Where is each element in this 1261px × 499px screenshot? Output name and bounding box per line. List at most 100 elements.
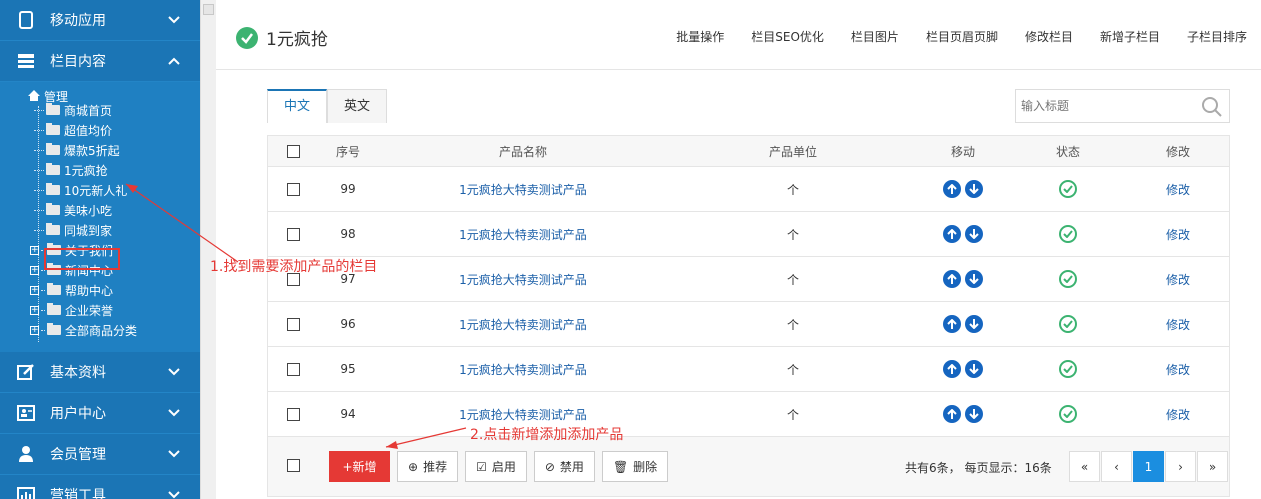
row-checkbox[interactable]: [286, 407, 300, 421]
scrollbar[interactable]: [200, 0, 216, 499]
disable-button[interactable]: ⊘ 禁用: [533, 451, 595, 482]
tree-connector: [34, 109, 44, 111]
sidebar-section-label: 会员管理: [50, 447, 106, 463]
expand-icon[interactable]: +: [30, 265, 39, 275]
product-name-link[interactable]: 1元疯抢大特卖测试产品: [378, 226, 668, 243]
move-down-icon[interactable]: [965, 270, 983, 288]
move-down-icon[interactable]: [965, 180, 983, 198]
status-check-icon[interactable]: [1059, 180, 1077, 198]
phone-icon: [16, 10, 36, 30]
trash-icon: 🗑: [612, 459, 629, 474]
tab-english[interactable]: 英文: [327, 89, 388, 123]
product-name-link[interactable]: 1元疯抢大特卖测试产品: [378, 316, 668, 333]
row-number: 99: [340, 182, 356, 196]
disable-label: 禁用: [559, 460, 584, 474]
edit-link[interactable]: 修改: [1128, 226, 1228, 243]
tree-item[interactable]: + 全部商品分类: [30, 320, 137, 340]
row-checkbox[interactable]: [286, 227, 300, 241]
scroll-up-button[interactable]: [203, 4, 214, 15]
select-all-checkbox[interactable]: [286, 144, 300, 158]
current-page[interactable]: 1: [1133, 451, 1164, 482]
sidebar-section-columns[interactable]: 栏目内容: [0, 41, 200, 82]
top-link[interactable]: 批量操作: [676, 28, 724, 45]
top-link[interactable]: 子栏目排序: [1187, 28, 1247, 45]
move-up-icon[interactable]: [943, 225, 961, 243]
last-page-button[interactable]: »: [1197, 451, 1228, 482]
status-check-icon[interactable]: [1059, 225, 1077, 243]
sidebar-section-label: 基本资料: [50, 365, 106, 381]
top-link[interactable]: 修改栏目: [1025, 28, 1073, 45]
top-link[interactable]: 新增子栏目: [1100, 28, 1160, 45]
first-page-button[interactable]: «: [1069, 451, 1100, 482]
sidebar-section[interactable]: 基本资料: [0, 352, 200, 393]
tree-item[interactable]: 超值均价: [34, 120, 112, 140]
edit-link[interactable]: 修改: [1128, 316, 1228, 333]
col-header: 产品名称: [498, 144, 547, 159]
move-up-icon[interactable]: [943, 360, 961, 378]
tree-item[interactable]: 商城首页: [34, 100, 112, 120]
status-check-icon[interactable]: [1059, 270, 1077, 288]
edit-link[interactable]: 修改: [1128, 361, 1228, 378]
add-button[interactable]: +新增: [329, 451, 390, 482]
top-bar: 1元疯抢 批量操作 栏目SEO优化 栏目图片 栏目页眉页脚 修改栏目 新增子栏目 子栏目排序: [216, 0, 1261, 70]
search-input[interactable]: [1021, 99, 1191, 113]
tree-item[interactable]: 爆款5折起: [34, 140, 120, 160]
top-link[interactable]: 栏目图片: [851, 28, 899, 45]
product-name-link[interactable]: 1元疯抢大特卖测试产品: [378, 361, 668, 378]
row-number: 95: [340, 362, 356, 376]
expand-icon[interactable]: +: [30, 305, 39, 315]
enable-button[interactable]: ☑ 启用: [465, 451, 527, 482]
tree-item[interactable]: + 企业荣誉: [30, 300, 113, 320]
tree-item[interactable]: + 帮助中心: [30, 280, 113, 300]
footer-select-checkbox[interactable]: [286, 459, 300, 472]
sidebar-section[interactable]: 用户中心: [0, 393, 200, 434]
delete-button[interactable]: 🗑 删除: [601, 451, 669, 482]
prev-page-button[interactable]: ‹: [1101, 451, 1132, 482]
product-name-link[interactable]: 1元疯抢大特卖测试产品: [378, 406, 668, 423]
tree-connector: [34, 229, 44, 231]
product-name-link[interactable]: 1元疯抢大特卖测试产品: [378, 271, 668, 288]
col-header: 产品单位: [768, 144, 817, 159]
top-link[interactable]: 栏目SEO优化: [751, 28, 824, 45]
move-up-icon[interactable]: [943, 180, 961, 198]
product-table: 序号 产品名称 产品单位 移动 状态 修改 99 1元疯抢大特卖测试产品个修改 98…: [267, 135, 1230, 497]
row-checkbox[interactable]: [286, 317, 300, 331]
expand-icon[interactable]: +: [30, 285, 39, 295]
tab-chinese[interactable]: 中文: [267, 89, 328, 123]
search-icon[interactable]: [1201, 96, 1223, 118]
move-down-icon[interactable]: [965, 360, 983, 378]
tree-item[interactable]: 同城到家: [34, 220, 112, 240]
chevron-down-icon: [168, 491, 180, 499]
tree-item-label: 商城首页: [64, 103, 113, 118]
next-page-button[interactable]: ›: [1165, 451, 1196, 482]
status-check-icon[interactable]: [1059, 315, 1077, 333]
recommend-button[interactable]: ⊕ 推荐: [397, 451, 459, 482]
status-check-icon[interactable]: [1059, 405, 1077, 423]
move-up-icon[interactable]: [943, 270, 961, 288]
expand-icon[interactable]: +: [30, 245, 39, 255]
tree-item[interactable]: 美味小吃: [34, 200, 112, 220]
sidebar-section[interactable]: 营销工具: [0, 475, 200, 499]
tree-item[interactable]: 1元疯抢: [34, 160, 108, 180]
row-checkbox[interactable]: [286, 182, 300, 196]
edit-link[interactable]: 修改: [1128, 181, 1228, 198]
product-name-link[interactable]: 1元疯抢大特卖测试产品: [378, 181, 668, 198]
expand-icon[interactable]: +: [30, 325, 39, 335]
language-tabs: 中文 英文: [267, 89, 388, 123]
edit-link[interactable]: 修改: [1128, 271, 1228, 288]
move-down-icon[interactable]: [965, 225, 983, 243]
row-checkbox[interactable]: [286, 362, 300, 376]
tree-connector: [34, 189, 44, 191]
sidebar-section[interactable]: 会员管理: [0, 434, 200, 475]
edit-link[interactable]: 修改: [1128, 406, 1228, 423]
top-link[interactable]: 栏目页眉页脚: [926, 28, 998, 45]
sidebar-section-mobile[interactable]: 移动应用: [0, 0, 200, 41]
tree-item[interactable]: 10元新人礼: [34, 180, 127, 200]
tree-item-label: 10元新人礼: [64, 183, 128, 198]
move-down-icon[interactable]: [965, 315, 983, 333]
add-button-label: +新增: [342, 460, 377, 474]
status-check-icon[interactable]: [1059, 360, 1077, 378]
move-up-icon[interactable]: [943, 405, 961, 423]
move-up-icon[interactable]: [943, 315, 961, 333]
move-down-icon[interactable]: [965, 405, 983, 423]
